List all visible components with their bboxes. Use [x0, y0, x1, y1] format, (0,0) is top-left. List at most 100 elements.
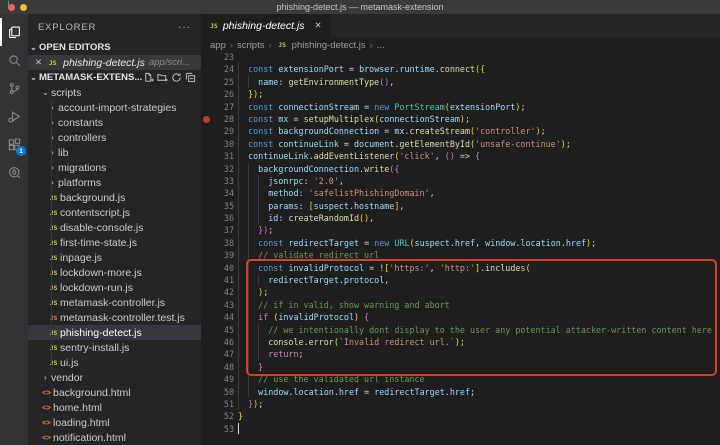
code-line[interactable]: 49 // use the validated url instance: [201, 373, 720, 385]
close-tab-icon[interactable]: ✕: [315, 20, 322, 31]
code-editor[interactable]: 2324 const extensionPort = browser.runti…: [201, 51, 720, 445]
tree-item-controllers[interactable]: ›controllers: [28, 130, 201, 145]
line-number[interactable]: 26: [213, 88, 234, 100]
tree-item-background.html[interactable]: <>background.html: [28, 385, 201, 400]
close-editor-icon[interactable]: ✕: [35, 57, 42, 68]
activity-circle-extension-icon[interactable]: [0, 158, 28, 186]
line-number[interactable]: 40: [213, 262, 234, 274]
glyph-margin[interactable]: [201, 324, 213, 336]
code-line[interactable]: 37 });: [201, 224, 720, 236]
code-line[interactable]: 47 return;: [201, 348, 720, 360]
code-text[interactable]: redirectTarget.protocol,: [234, 274, 720, 286]
code-line[interactable]: 42 );: [201, 286, 720, 298]
line-number[interactable]: 36: [213, 212, 234, 224]
glyph-margin[interactable]: [201, 336, 213, 348]
tree-item-loading.html[interactable]: <>loading.html: [28, 415, 201, 430]
tree-item-vendor[interactable]: ›vendor: [28, 370, 201, 385]
code-text[interactable]: const invalidProtocol = !['https:', 'htt…: [234, 262, 720, 274]
code-line[interactable]: 28 const mx = setupMultiplex(connectionS…: [201, 113, 720, 125]
code-line[interactable]: 50 window.location.href = redirectTarget…: [201, 386, 720, 398]
glyph-margin[interactable]: [201, 423, 213, 435]
breadcrumb-app[interactable]: app: [210, 40, 226, 51]
code-text[interactable]: // if in valid, show warning and abort: [234, 299, 720, 311]
tree-item-account-import-strategies[interactable]: ›account-import-strategies: [28, 100, 201, 115]
line-number[interactable]: 28: [213, 113, 234, 125]
glyph-margin[interactable]: [201, 200, 213, 212]
tab-phishing-detect[interactable]: JS phishing-detect.js ✕: [201, 14, 331, 37]
code-text[interactable]: const connectionStream = new PortStream(…: [234, 101, 720, 113]
line-number[interactable]: 25: [213, 76, 234, 88]
code-text[interactable]: const mx = setupMultiplex(connectionStre…: [234, 113, 720, 125]
new-folder-icon[interactable]: [157, 72, 168, 83]
tree-item-migrations[interactable]: ›migrations: [28, 160, 201, 175]
glyph-margin[interactable]: [201, 212, 213, 224]
tree-item-contentscript.js[interactable]: JScontentscript.js: [28, 205, 201, 220]
code-line[interactable]: 26 });: [201, 88, 720, 100]
tree-item-lockdown-more.js[interactable]: JSlockdown-more.js: [28, 265, 201, 280]
tree-item-home.html[interactable]: <>home.html: [28, 400, 201, 415]
glyph-margin[interactable]: [201, 187, 213, 199]
glyph-margin[interactable]: [201, 138, 213, 150]
glyph-margin[interactable]: [201, 113, 213, 125]
line-number[interactable]: 27: [213, 101, 234, 113]
line-number[interactable]: 51: [213, 398, 234, 410]
glyph-margin[interactable]: [201, 286, 213, 298]
breadcrumb-scripts[interactable]: scripts: [237, 40, 264, 51]
tree-item-background.js[interactable]: JSbackground.js: [28, 190, 201, 205]
code-text[interactable]: const redirectTarget = new URL(suspect.h…: [234, 237, 720, 249]
activity-explorer-icon[interactable]: [0, 18, 28, 46]
line-number[interactable]: 52: [213, 410, 234, 422]
line-number[interactable]: 48: [213, 361, 234, 373]
glyph-margin[interactable]: [201, 373, 213, 385]
code-text[interactable]: });: [234, 88, 720, 100]
line-number[interactable]: 35: [213, 200, 234, 212]
code-line[interactable]: 46 console.error(`Invalid redirect url.`…: [201, 336, 720, 348]
code-text[interactable]: return;: [234, 348, 720, 360]
line-number[interactable]: 29: [213, 125, 234, 137]
line-number[interactable]: 45: [213, 324, 234, 336]
line-number[interactable]: 39: [213, 249, 234, 261]
tree-item-phishing-detect.js[interactable]: JSphishing-detect.js: [28, 325, 201, 340]
code-line[interactable]: 51 });: [201, 398, 720, 410]
tree-item-metamask-controller.test.js[interactable]: JSmetamask-controller.test.js: [28, 310, 201, 325]
code-line[interactable]: 27 const connectionStream = new PortStre…: [201, 101, 720, 113]
code-text[interactable]: backgroundConnection.write({: [234, 163, 720, 175]
line-number[interactable]: 44: [213, 311, 234, 323]
code-line[interactable]: 52}: [201, 410, 720, 422]
code-text[interactable]: name: getEnvironmentType(),: [234, 76, 720, 88]
code-line[interactable]: 43 // if in valid, show warning and abor…: [201, 299, 720, 311]
tree-item-ui.js[interactable]: JSui.js: [28, 355, 201, 370]
line-number[interactable]: 50: [213, 386, 234, 398]
code-text[interactable]: // validate redirect url: [234, 249, 720, 261]
code-line[interactable]: 40 const invalidProtocol = !['https:', '…: [201, 262, 720, 274]
line-number[interactable]: 37: [213, 224, 234, 236]
refresh-icon[interactable]: [171, 72, 182, 83]
glyph-margin[interactable]: [201, 386, 213, 398]
line-number[interactable]: 33: [213, 175, 234, 187]
collapse-all-icon[interactable]: [185, 72, 196, 83]
glyph-margin[interactable]: [201, 224, 213, 236]
activity-search-icon[interactable]: [0, 46, 28, 74]
activity-source-control-icon[interactable]: [0, 74, 28, 102]
code-text[interactable]: [234, 423, 720, 435]
tree-item-lib[interactable]: ›lib: [28, 145, 201, 160]
code-text[interactable]: jsonrpc: '2.0',: [234, 175, 720, 187]
tree-item-first-time-state.js[interactable]: JSfirst-time-state.js: [28, 235, 201, 250]
breakpoint-dot[interactable]: [203, 116, 210, 123]
glyph-margin[interactable]: [201, 63, 213, 75]
glyph-margin[interactable]: [201, 150, 213, 162]
line-number[interactable]: 46: [213, 336, 234, 348]
line-number[interactable]: 32: [213, 163, 234, 175]
glyph-margin[interactable]: [201, 175, 213, 187]
glyph-margin[interactable]: [201, 163, 213, 175]
glyph-margin[interactable]: [201, 398, 213, 410]
tree-item-disable-console.js[interactable]: JSdisable-console.js: [28, 220, 201, 235]
glyph-margin[interactable]: [201, 311, 213, 323]
new-file-icon[interactable]: [143, 72, 154, 83]
code-line[interactable]: 24 const extensionPort = browser.runtime…: [201, 63, 720, 75]
code-line[interactable]: 48 }: [201, 361, 720, 373]
glyph-margin[interactable]: [201, 274, 213, 286]
code-line[interactable]: 39 // validate redirect url: [201, 249, 720, 261]
line-number[interactable]: 30: [213, 138, 234, 150]
activity-run-debug-icon[interactable]: [0, 102, 28, 130]
